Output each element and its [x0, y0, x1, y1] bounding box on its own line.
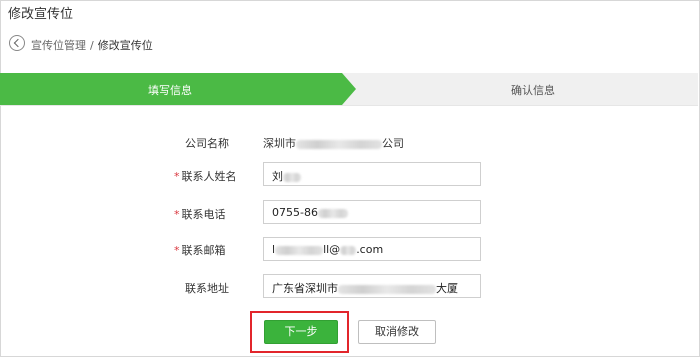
contact-email-value-middle: ll@: [323, 243, 341, 256]
contact-address-label: 联系地址: [185, 282, 229, 295]
contact-address-suffix: 大厦: [436, 282, 458, 295]
contact-phone-value: 0755-86: [272, 206, 318, 219]
breadcrumb-parent-link[interactable]: 宣传位管理: [31, 39, 86, 52]
back-arrow-icon[interactable]: [9, 35, 25, 51]
redacted-blur: [275, 245, 324, 255]
contact-name-input[interactable]: 刘: [263, 162, 481, 186]
contact-email-value-end: .com: [356, 243, 384, 256]
step-confirm-info: 确认信息: [511, 84, 555, 97]
breadcrumb-separator: /: [90, 39, 94, 52]
required-mark: *: [174, 208, 180, 221]
redacted-blur: [338, 284, 436, 294]
contact-phone-label-text: 联系电话: [181, 208, 226, 221]
step-progress-bar: 填写信息 确认信息: [0, 73, 698, 106]
contact-name-label-text: 联系人姓名: [181, 170, 237, 183]
contact-email-label-text: 联系邮箱: [181, 244, 226, 257]
step-arrow: [342, 73, 356, 105]
required-mark: *: [174, 244, 180, 257]
contact-name-value: 刘: [272, 170, 283, 183]
required-mark: *: [174, 170, 180, 183]
redacted-blur: [340, 245, 357, 255]
contact-email-input[interactable]: l ll@ .com: [263, 237, 481, 261]
redacted-blur: [317, 208, 348, 218]
contact-phone-input[interactable]: 0755-86: [263, 200, 481, 224]
company-name-value: 深圳市 公司: [263, 135, 404, 151]
contact-address-prefix: 广东省深圳市: [272, 282, 338, 295]
redacted-blur: [283, 172, 301, 182]
company-name-label: 公司名称: [185, 137, 229, 150]
breadcrumb-current: 修改宣传位: [97, 39, 153, 52]
cancel-edit-button[interactable]: 取消修改: [358, 320, 436, 344]
next-step-button[interactable]: 下一步: [264, 320, 338, 344]
contact-name-label: * 联系人姓名: [174, 168, 237, 184]
company-name-suffix: 公司: [382, 137, 404, 150]
contact-email-label: * 联系邮箱: [174, 242, 226, 258]
company-name-prefix: 深圳市: [263, 137, 296, 150]
contact-phone-label: * 联系电话: [174, 206, 226, 222]
step-fill-info: 填写信息: [148, 84, 192, 97]
redacted-blur: [296, 139, 382, 149]
breadcrumb: 宣传位管理 / 修改宣传位: [31, 37, 153, 53]
contact-address-input[interactable]: 广东省深圳市 大厦: [263, 274, 481, 298]
page-title: 修改宣传位: [8, 7, 74, 22]
